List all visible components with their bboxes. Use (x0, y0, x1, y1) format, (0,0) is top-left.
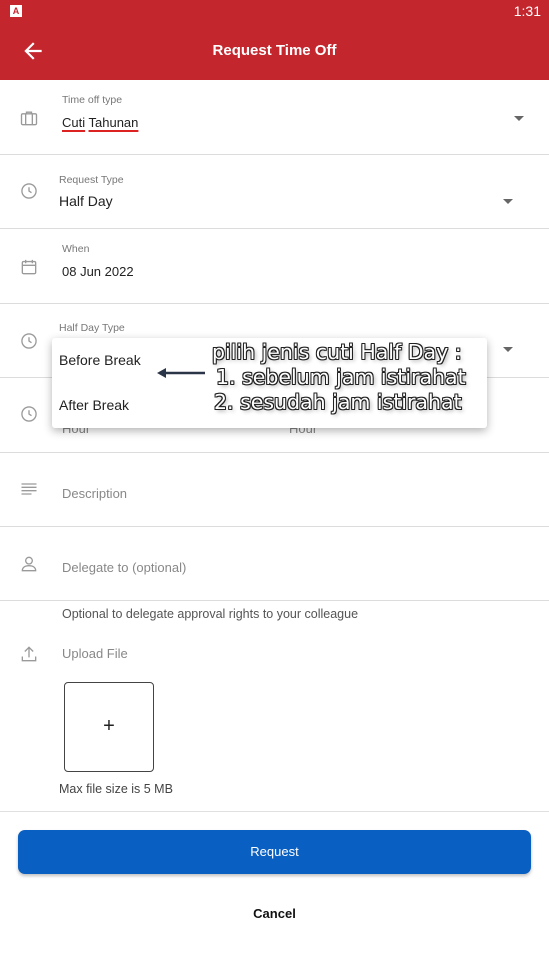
annotation-callout: pilih jenis cuti Half Day : 1. sebelum j… (212, 340, 487, 415)
time-off-type-value: Cuti Tahunan (62, 115, 138, 130)
clock-icon (21, 406, 37, 422)
cancel-button[interactable]: Cancel (0, 906, 549, 921)
chevron-down-icon (503, 199, 513, 204)
description-field[interactable]: Description (0, 453, 549, 527)
request-button[interactable]: Request (18, 830, 531, 874)
request-type-field[interactable]: Request Type Half Day (0, 155, 549, 229)
status-bar: A 1:31 (0, 0, 549, 24)
time-off-type-field[interactable]: Time off type Cuti Tahunan (0, 80, 549, 155)
upload-file-row: Upload File (0, 640, 549, 670)
app-bar: Request Time Off (0, 24, 549, 80)
clock-icon (21, 183, 37, 199)
time-off-type-word1: Cuti (62, 115, 86, 130)
annotation-arrow-icon (157, 368, 205, 378)
when-label: When (62, 243, 90, 255)
briefcase-icon (20, 111, 38, 126)
notes-icon (21, 483, 37, 495)
when-value: 08 Jun 2022 (62, 264, 134, 279)
page-title: Request Time Off (212, 42, 337, 59)
description-input[interactable]: Description (62, 486, 127, 501)
annotation-line-3: 2. sesudah jam istirahat (214, 390, 462, 414)
request-type-label: Request Type (59, 174, 124, 186)
person-icon (21, 556, 37, 572)
status-time: 1:31 (513, 3, 541, 19)
clock-icon (21, 333, 37, 349)
delegate-input[interactable]: Delegate to (optional) (62, 560, 186, 575)
request-type-value: Half Day (59, 193, 113, 209)
upload-icon (21, 646, 37, 662)
max-file-size-text: Max file size is 5 MB (59, 782, 173, 796)
annotation-line-1: pilih jenis cuti Half Day : (212, 340, 462, 364)
delegate-helper-text: Optional to delegate approval rights to … (62, 607, 359, 621)
plus-icon: + (103, 715, 115, 737)
annotation-line-2: 1. sebelum jam istirahat (216, 365, 466, 389)
time-off-type-word2: Tahunan (88, 115, 139, 130)
chevron-down-icon (503, 347, 513, 352)
chevron-down-icon (514, 116, 524, 121)
app-badge-icon: A (10, 5, 22, 17)
add-file-button[interactable]: + (64, 682, 154, 772)
when-field[interactable]: When 08 Jun 2022 (0, 229, 549, 304)
calendar-icon (21, 259, 37, 275)
half-day-type-label: Half Day Type (59, 322, 125, 334)
upload-file-label: Upload File (62, 646, 128, 661)
delegate-field[interactable]: Delegate to (optional) (0, 527, 549, 601)
time-off-type-label: Time off type (62, 94, 123, 106)
divider (0, 811, 549, 812)
